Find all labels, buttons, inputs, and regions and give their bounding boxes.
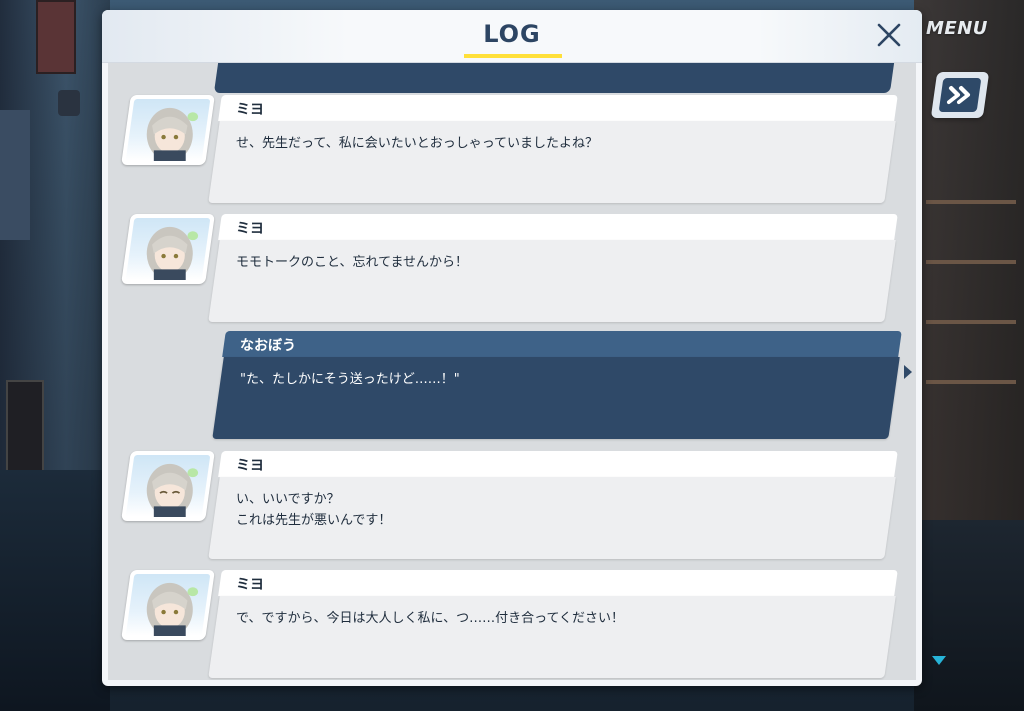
- street-lamp: [58, 90, 80, 116]
- close-icon: [877, 23, 901, 47]
- message-text: モモトークのこと、忘れてませんから！: [236, 255, 469, 270]
- avatar: [121, 214, 215, 284]
- player-message-bubble: なおぼう "た、たしかにそう送ったけど……！": [212, 331, 912, 439]
- speaker-name: ミヨ: [236, 458, 264, 474]
- log-entry: ミヨ い、いいですか？ これは先生が悪いんです！: [108, 451, 916, 561]
- skip-button[interactable]: [930, 72, 990, 118]
- title-underline: [464, 54, 562, 58]
- fast-forward-icon: [946, 86, 971, 104]
- street-ground: [0, 470, 110, 711]
- character-portrait: [146, 107, 199, 161]
- log-entry-partial: [213, 63, 895, 93]
- shop-shelf: [926, 380, 1016, 384]
- log-entry: ミヨ で、ですから、今日は大人しく私に、つ……付き合ってください！: [108, 570, 916, 680]
- message-bubble: ミヨ い、いいですか？ これは先生が悪いんです！: [208, 451, 902, 559]
- game-screen: MENU LOG ミヨ せ、先生だって、私に会いたいとおっしゃっていましたよね？…: [0, 0, 1024, 711]
- avatar: [121, 95, 215, 165]
- avatar: [121, 570, 215, 640]
- message-bubble: ミヨ モモトークのこと、忘れてませんから！: [208, 214, 902, 322]
- speaker-name: ミヨ: [236, 221, 264, 237]
- speaker-name: ミヨ: [236, 577, 264, 593]
- message-text: で、ですから、今日は大人しく私に、つ……付き合ってください！: [236, 611, 625, 626]
- message-text: い、いいですか？ これは先生が悪いんです！: [236, 492, 392, 528]
- character-portrait: [146, 226, 199, 280]
- message-text: せ、先生だって、私に会いたいとおっしゃっていましたよね？: [236, 136, 599, 151]
- menu-button[interactable]: MENU: [926, 18, 988, 39]
- speaker-name: ミヨ: [236, 102, 264, 118]
- message-bubble: ミヨ で、ですから、今日は大人しく私に、つ……付き合ってください！: [208, 570, 902, 678]
- log-entry: ミヨ モモトークのこと、忘れてませんから！: [108, 214, 916, 324]
- message-text: "た、たしかにそう送ったけど……！": [240, 372, 460, 387]
- log-title: LOG: [483, 20, 541, 48]
- shop-shelf: [926, 200, 1016, 204]
- shop-sign: [36, 0, 76, 74]
- log-list[interactable]: ミヨ せ、先生だって、私に会いたいとおっしゃっていましたよね？ ミヨ モモトーク…: [108, 63, 916, 680]
- background-street-left: [0, 0, 110, 711]
- signboard: [6, 380, 44, 484]
- log-entry: ミヨ せ、先生だって、私に会いたいとおっしゃっていましたよね？: [108, 95, 916, 205]
- message-bubble: ミヨ せ、先生だって、私に会いたいとおっしゃっていましたよね？: [208, 95, 902, 203]
- shop-shelf: [926, 320, 1016, 324]
- shop-banner: [0, 110, 30, 240]
- character-portrait: [146, 582, 199, 636]
- close-button[interactable]: [874, 20, 904, 50]
- avatar: [121, 451, 215, 521]
- street-ground: [914, 520, 1024, 711]
- character-portrait: [146, 463, 199, 517]
- log-panel: LOG ミヨ せ、先生だって、私に会いたいとおっしゃっていましたよね？ ミヨ モ…: [102, 10, 922, 686]
- log-entry-player: なおぼう "た、たしかにそう送ったけど……！": [108, 331, 916, 441]
- bubble-pointer: [904, 365, 912, 379]
- speaker-name: なおぼう: [240, 338, 296, 354]
- scroll-down-indicator: [932, 656, 946, 665]
- log-panel-header: LOG: [102, 10, 922, 63]
- shop-shelf: [926, 260, 1016, 264]
